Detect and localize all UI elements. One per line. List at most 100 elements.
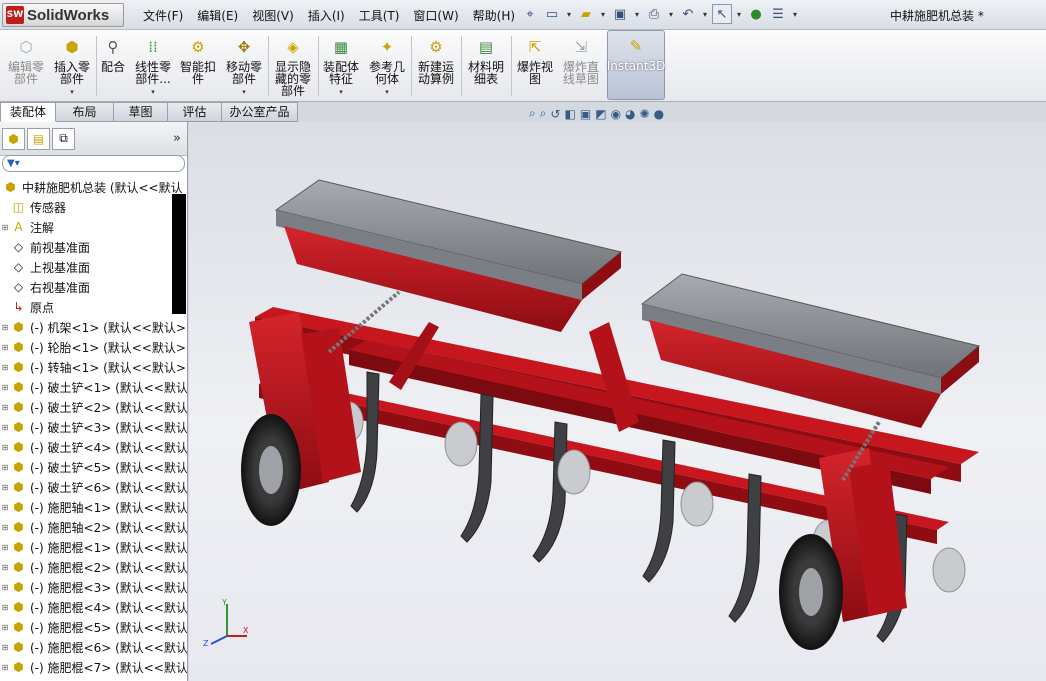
expand-toggle-icon[interactable]: ⊞ bbox=[0, 623, 10, 632]
bill-of-materials-button[interactable]: ▤ 材料明 细表 bbox=[463, 32, 509, 100]
solidworks-logo[interactable]: SW SolidWorks bbox=[2, 3, 124, 27]
zoom-to-fit-icon[interactable]: ⌕ bbox=[529, 106, 536, 121]
options-icon[interactable]: ☰ bbox=[768, 4, 788, 24]
expand-toggle-icon[interactable]: ⊞ bbox=[0, 383, 10, 392]
expand-toggle-icon[interactable]: ⊞ bbox=[0, 663, 10, 672]
undo-dropdown-icon[interactable]: ▾ bbox=[700, 10, 710, 19]
tree-item[interactable]: ⊞ ⬢ (-) 破土铲<1> (默认<<默认 bbox=[0, 377, 187, 397]
view-settings-icon[interactable]: ● bbox=[654, 107, 664, 121]
explode-line-sketch-button[interactable]: ⇲ 爆炸直 线草图 bbox=[558, 32, 604, 100]
tree-item[interactable]: ⊞ ⬢ (-) 转轴<1> (默认<<默认> bbox=[0, 357, 187, 377]
tree-item[interactable]: ⊞ A 注解 bbox=[0, 217, 187, 237]
print-dropdown-icon[interactable]: ▾ bbox=[666, 10, 676, 19]
tree-item[interactable]: ⊞ ⬢ (-) 破土铲<6> (默认<<默认 bbox=[0, 477, 187, 497]
expand-toggle-icon[interactable]: ⊞ bbox=[0, 403, 10, 412]
property-manager-tab-icon[interactable]: ▤ bbox=[27, 127, 50, 150]
rebuild-icon[interactable]: ● bbox=[746, 4, 766, 24]
insert-component-button[interactable]: ⬢ 插入零 部件 ▾ bbox=[50, 32, 94, 100]
menu-file[interactable]: 文件(F) bbox=[136, 7, 190, 24]
expand-panel-icon[interactable]: » bbox=[173, 131, 181, 146]
menu-help[interactable]: 帮助(H) bbox=[466, 7, 522, 24]
new-doc-icon[interactable]: ▭ bbox=[542, 4, 562, 24]
new-dropdown-icon[interactable]: ▾ bbox=[564, 10, 574, 19]
expand-toggle-icon[interactable]: ⊞ bbox=[0, 443, 10, 452]
expand-toggle-icon[interactable]: ⊞ bbox=[0, 583, 10, 592]
tree-item[interactable]: ⊞ ⬢ (-) 施肥轴<1> (默认<<默认 bbox=[0, 497, 187, 517]
assembly-features-dropdown-icon[interactable]: ▾ bbox=[339, 86, 343, 98]
instant3d-button[interactable]: ✎ Instant3D bbox=[607, 30, 665, 100]
tab-evaluate[interactable]: 评估 bbox=[168, 102, 222, 122]
tree-item[interactable]: ↳ 原点 bbox=[0, 297, 187, 317]
tree-item[interactable]: ⊞ ⬢ (-) 破土铲<2> (默认<<默认 bbox=[0, 397, 187, 417]
tree-filter[interactable]: ▼▾ bbox=[2, 155, 185, 172]
feature-tree-tab-icon[interactable]: ⬢ bbox=[2, 127, 25, 150]
tree-item[interactable]: ⊞ ⬢ (-) 施肥轴<2> (默认<<默认 bbox=[0, 517, 187, 537]
reference-geometry-dropdown-icon[interactable]: ▾ bbox=[385, 86, 389, 98]
hide-show-icon[interactable]: ◉ bbox=[611, 107, 621, 121]
reference-geometry-button[interactable]: ✦ 参考几 何体 ▾ bbox=[365, 32, 409, 100]
open-icon[interactable]: ▰ bbox=[576, 4, 596, 24]
expand-toggle-icon[interactable]: ⊞ bbox=[0, 543, 10, 552]
tree-item[interactable]: ⊞ ⬢ (-) 施肥棍<6> (默认<<默认 bbox=[0, 637, 187, 657]
view-orientation-icon[interactable]: ▣ bbox=[580, 107, 591, 121]
tree-root[interactable]: ⬢ 中耕施肥机总装 (默认<<默认 bbox=[0, 177, 187, 197]
save-icon[interactable]: ▣ bbox=[610, 4, 630, 24]
tree-item[interactable]: ⊞ ⬢ (-) 施肥棍<4> (默认<<默认 bbox=[0, 597, 187, 617]
expand-toggle-icon[interactable]: ⊞ bbox=[0, 223, 10, 232]
exploded-view-button[interactable]: ⇱ 爆炸视 图 bbox=[512, 32, 558, 100]
menu-insert[interactable]: 插入(I) bbox=[301, 7, 352, 24]
tree-item[interactable]: ◫ 传感器 bbox=[0, 197, 187, 217]
menu-window[interactable]: 窗口(W) bbox=[406, 7, 465, 24]
menu-tools[interactable]: 工具(T) bbox=[352, 7, 407, 24]
linear-pattern-dropdown-icon[interactable]: ▾ bbox=[151, 86, 155, 98]
scene-icon[interactable]: ✺ bbox=[640, 107, 650, 121]
expand-toggle-icon[interactable]: ⊞ bbox=[0, 343, 10, 352]
appearance-icon[interactable]: ◕ bbox=[625, 107, 635, 121]
expand-toggle-icon[interactable]: ⊞ bbox=[0, 423, 10, 432]
tree-item[interactable]: ⊞ ⬢ (-) 破土铲<5> (默认<<默认 bbox=[0, 457, 187, 477]
expand-toggle-icon[interactable]: ⊞ bbox=[0, 643, 10, 652]
tree-item[interactable]: ⊞ ⬢ (-) 施肥棍<7> (默认<<默认 bbox=[0, 657, 187, 677]
expand-toggle-icon[interactable]: ⊞ bbox=[0, 483, 10, 492]
tree-item[interactable]: ⊞ ⬢ (-) 施肥棍<2> (默认<<默认 bbox=[0, 557, 187, 577]
undo-icon[interactable]: ↶ bbox=[678, 4, 698, 24]
smart-fastener-button[interactable]: ⚙ 智能扣 件 bbox=[177, 32, 219, 100]
tab-layout[interactable]: 布局 bbox=[56, 102, 114, 122]
move-component-button[interactable]: ✥ 移动零 部件 ▾ bbox=[221, 32, 267, 100]
save-dropdown-icon[interactable]: ▾ bbox=[632, 10, 642, 19]
expand-toggle-icon[interactable]: ⊞ bbox=[0, 363, 10, 372]
section-view-icon[interactable]: ◧ bbox=[565, 107, 576, 121]
expand-toggle-icon[interactable]: ⊞ bbox=[0, 603, 10, 612]
configuration-tab-icon[interactable]: ⧉ bbox=[52, 127, 75, 150]
seeder-assembly-model[interactable] bbox=[189, 122, 1046, 681]
scrollbar[interactable] bbox=[172, 194, 186, 314]
tree-item[interactable]: ⊞ ⬢ (-) 施肥棍<3> (默认<<默认 bbox=[0, 577, 187, 597]
tree-item[interactable]: ⊞ ⬢ (-) 施肥棍<5> (默认<<默认 bbox=[0, 617, 187, 637]
tree-item[interactable]: ⊞ ⬢ (-) 机架<1> (默认<<默认> bbox=[0, 317, 187, 337]
tree-item[interactable]: ◇ 上视基准面 bbox=[0, 257, 187, 277]
tab-assembly[interactable]: 装配体 bbox=[0, 102, 56, 122]
pin-icon[interactable]: ⌖ bbox=[520, 4, 540, 24]
menu-edit[interactable]: 编辑(E) bbox=[190, 7, 245, 24]
display-style-icon[interactable]: ◩ bbox=[595, 107, 606, 121]
expand-toggle-icon[interactable]: ⊞ bbox=[0, 503, 10, 512]
tree-item[interactable]: ⊞ ⬢ (-) 破土铲<3> (默认<<默认 bbox=[0, 417, 187, 437]
expand-toggle-icon[interactable]: ⊞ bbox=[0, 323, 10, 332]
expand-toggle-icon[interactable]: ⊞ bbox=[0, 463, 10, 472]
select-icon[interactable]: ↖ bbox=[712, 4, 732, 24]
tab-sketch[interactable]: 草图 bbox=[114, 102, 168, 122]
expand-toggle-icon[interactable]: ⊞ bbox=[0, 563, 10, 572]
show-hidden-components-button[interactable]: ◈ 显示隐 藏的零 部件 bbox=[269, 32, 317, 100]
tree-item[interactable]: ⊞ ⬢ (-) 施肥棍<1> (默认<<默认 bbox=[0, 537, 187, 557]
tree-item[interactable]: ⊞ ⬢ (-) 轮胎<1> (默认<<默认> bbox=[0, 337, 187, 357]
menu-view[interactable]: 视图(V) bbox=[245, 7, 301, 24]
assembly-features-button[interactable]: ▦ 装配体 特征 ▾ bbox=[319, 32, 363, 100]
linear-pattern-button[interactable]: ⁞⁞ 线性零 部件... ▾ bbox=[131, 32, 175, 100]
graphics-area[interactable]: ⌕ ⌕ ↺ ◧ ▣ ◩ ◉ ◕ ✺ ● Y X Z bbox=[189, 106, 1046, 681]
previous-view-icon[interactable]: ↺ bbox=[550, 107, 560, 121]
insert-component-dropdown-icon[interactable]: ▾ bbox=[70, 86, 74, 98]
move-component-dropdown-icon[interactable]: ▾ bbox=[242, 86, 246, 98]
tree-item[interactable]: ◇ 前视基准面 bbox=[0, 237, 187, 257]
tab-office-products[interactable]: 办公室产品 bbox=[222, 102, 298, 122]
tree-item[interactable]: ◇ 右视基准面 bbox=[0, 277, 187, 297]
